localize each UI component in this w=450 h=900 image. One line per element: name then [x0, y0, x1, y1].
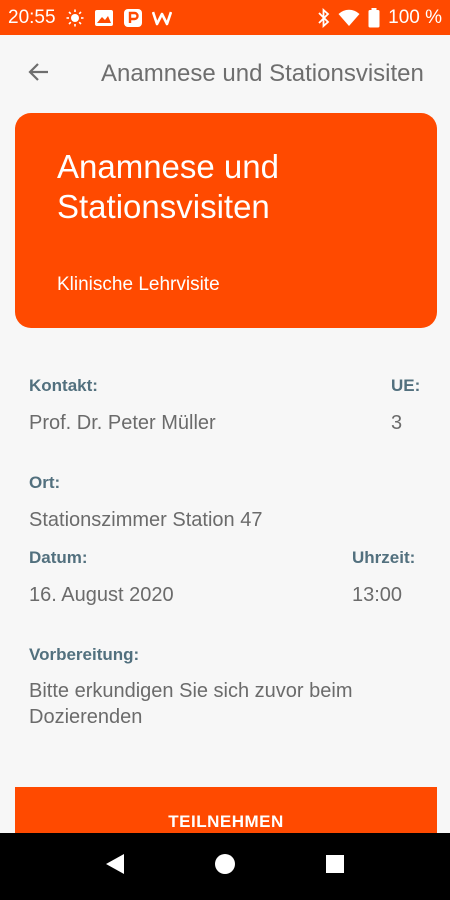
- ue-label: UE:: [391, 376, 421, 395]
- time-label: Uhrzeit:: [352, 548, 416, 567]
- contact-value: Prof. Dr. Peter Müller: [29, 412, 216, 434]
- circle-home-icon: [214, 853, 236, 880]
- battery-icon: [368, 7, 380, 28]
- back-button[interactable]: [15, 50, 63, 98]
- location-label: Ort:: [29, 473, 61, 492]
- date-label: Datum:: [29, 548, 88, 567]
- battery-percent: 100 %: [388, 6, 442, 28]
- date-value: 16. August 2020: [29, 584, 174, 606]
- brightness-icon: [66, 9, 84, 27]
- hero-title: Anamnese und Stationsvisiten: [57, 148, 279, 225]
- arrow-back-icon: [27, 60, 51, 89]
- status-bar: 20:55 100 %: [0, 0, 450, 35]
- time-value: 13:00: [352, 584, 403, 606]
- p-app-icon: [123, 8, 142, 27]
- app-bar: Anamnese und Stationsvisiten: [0, 35, 450, 113]
- nav-recents-button[interactable]: [305, 837, 365, 897]
- preparation-label: Vorbereitung:: [29, 645, 140, 664]
- w-app-icon: [151, 10, 172, 26]
- app-bar-title: Anamnese und Stationsvisiten: [101, 60, 424, 87]
- hero-subtitle: Klinische Lehrvisite: [57, 274, 220, 295]
- contact-label: Kontakt:: [29, 376, 98, 395]
- hero-card: Anamnese und Stationsvisiten Klinische L…: [15, 113, 437, 328]
- square-recents-icon: [325, 854, 345, 879]
- photo-icon: [94, 9, 114, 27]
- system-nav-bar: [0, 833, 450, 900]
- preparation-value: Bitte erkundigen Sie sich zuvor beim Doz…: [29, 680, 353, 728]
- status-time: 20:55: [8, 6, 56, 28]
- location-value: Stationszimmer Station 47: [29, 509, 263, 531]
- ue-value: 3: [391, 412, 403, 434]
- nav-home-button[interactable]: [195, 837, 255, 897]
- bluetooth-icon: [318, 7, 330, 28]
- nav-back-button[interactable]: [85, 837, 145, 897]
- triangle-back-icon: [105, 853, 125, 880]
- wifi-icon: [338, 9, 360, 27]
